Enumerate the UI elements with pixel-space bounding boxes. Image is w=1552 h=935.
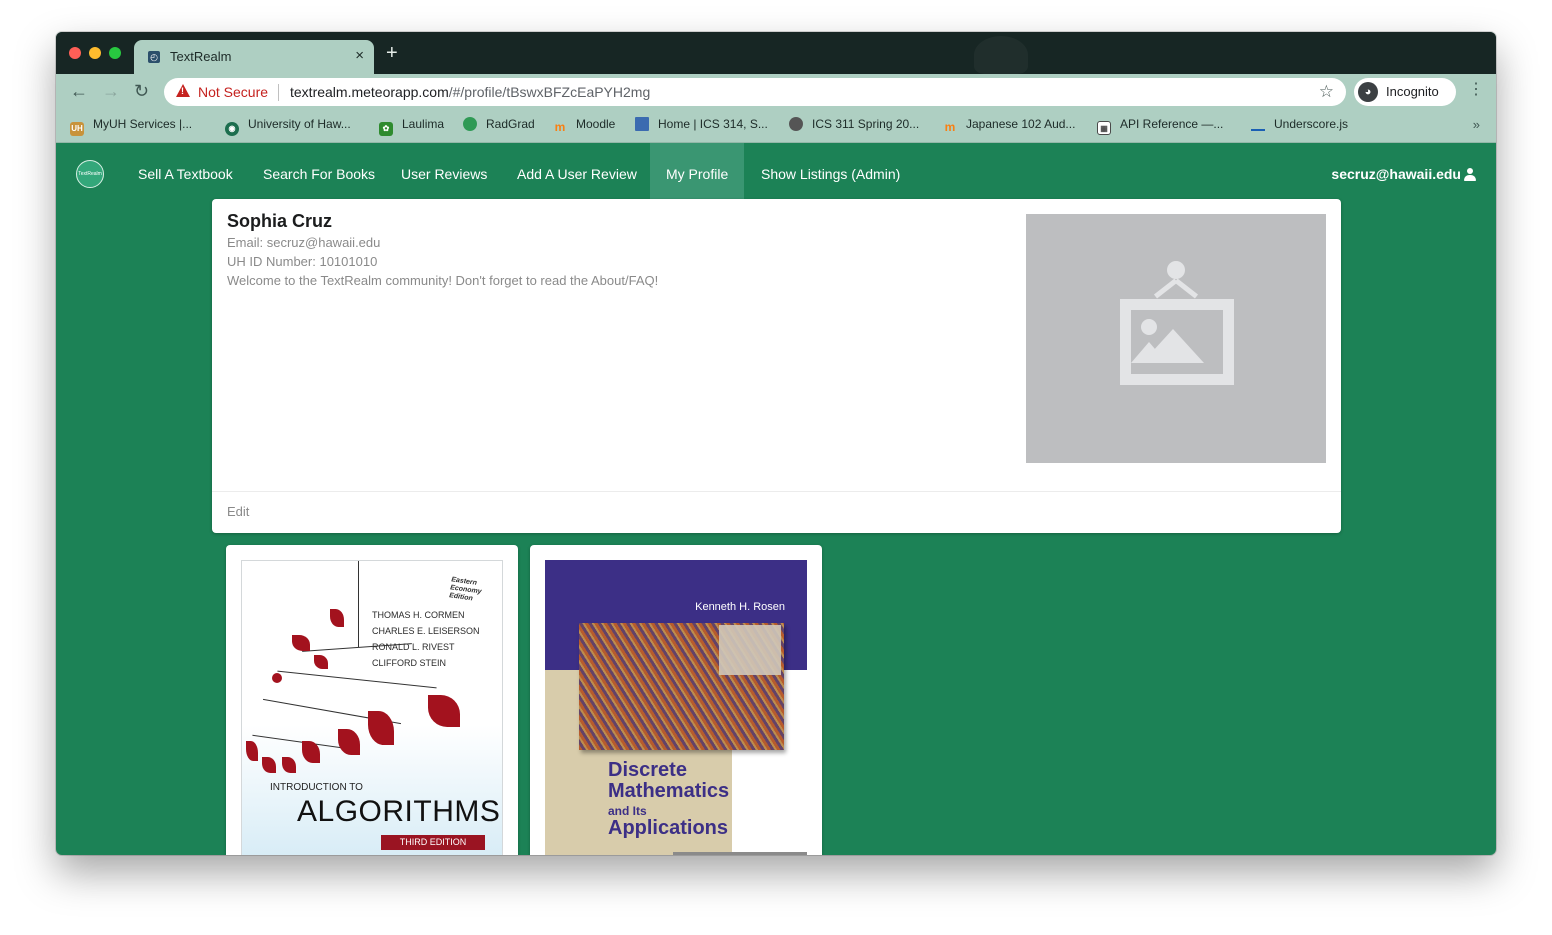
bookmark-api-reference[interactable]: ▦ API Reference —... bbox=[1097, 117, 1223, 135]
profile-email: Email: secruz@hawaii.edu bbox=[227, 235, 381, 250]
profile-name: Sophia Cruz bbox=[227, 211, 333, 231]
nav-user-reviews[interactable]: User Reviews bbox=[385, 143, 503, 199]
url-host: textrealm.meteorapp.com bbox=[290, 84, 449, 100]
mobile-leaf bbox=[262, 757, 276, 773]
mobile-leaf bbox=[338, 729, 360, 755]
incognito-label: Incognito bbox=[1386, 84, 1439, 99]
bookmark-underscore[interactable]: Underscore.js bbox=[1251, 117, 1348, 135]
user-menu[interactable]: secruz@hawaii.edu bbox=[1331, 143, 1476, 199]
bookmark-japanese102[interactable]: m Japanese 102 Aud... bbox=[943, 117, 1076, 135]
minimize-window-button[interactable] bbox=[89, 47, 101, 59]
reload-icon[interactable]: ↻ bbox=[134, 81, 149, 102]
edition-note: Eastern Economy Edition bbox=[448, 576, 482, 603]
bookmark-moodle[interactable]: m Moodle bbox=[553, 117, 616, 135]
book-card-algorithms[interactable]: Eastern Economy Edition THOMAS H. CORMEN… bbox=[226, 545, 518, 855]
doc-grid-icon: ▦ bbox=[1097, 121, 1111, 135]
bookmark-ics314[interactable]: Home | ICS 314, S... bbox=[635, 117, 768, 135]
underscore-icon bbox=[1251, 119, 1265, 131]
cover-artwork bbox=[579, 623, 784, 750]
incognito-icon: ◕ bbox=[1358, 82, 1378, 102]
image-placeholder-icon bbox=[1120, 299, 1234, 385]
nav-search-books[interactable]: Search For Books bbox=[247, 143, 391, 199]
bookmark-ics311[interactable]: ICS 311 Spring 20... bbox=[789, 117, 919, 135]
url-path: /#/profile/tBswxBFZcEaPYH2mg bbox=[448, 84, 651, 100]
close-window-button[interactable] bbox=[69, 47, 81, 59]
book-author: Kenneth H. Rosen bbox=[695, 601, 785, 613]
bookmark-myuh[interactable]: UH MyUH Services |... bbox=[70, 117, 192, 136]
globe-icon bbox=[789, 117, 803, 131]
book-title: ALGORITHMS bbox=[297, 795, 501, 828]
incognito-badge[interactable]: ◕ Incognito bbox=[1354, 78, 1456, 106]
maximize-window-button[interactable] bbox=[109, 47, 121, 59]
textrealm-logo[interactable]: TextRealm bbox=[76, 160, 104, 188]
mobile-leaf bbox=[282, 757, 296, 773]
profile-card: Sophia Cruz Email: secruz@hawaii.edu UH … bbox=[212, 199, 1341, 533]
security-indicator[interactable]: Not Secure bbox=[198, 84, 268, 100]
profile-image-placeholder bbox=[1026, 214, 1326, 463]
theme-mascot-icon bbox=[974, 36, 1028, 74]
mobile-leaf bbox=[330, 609, 344, 627]
tab-title: TextRealm bbox=[170, 49, 232, 64]
divider bbox=[212, 491, 1341, 492]
bookmark-laulima[interactable]: ✿ Laulima bbox=[379, 117, 444, 136]
user-email: secruz@hawaii.edu bbox=[1331, 166, 1461, 182]
tab-bar: ◴ TextRealm × + bbox=[56, 32, 1496, 74]
mobile-ball bbox=[272, 673, 282, 683]
more-bookmarks-icon[interactable]: » bbox=[1473, 117, 1480, 132]
browser-window: ◴ TextRealm × + ← → ↻ ! Not Secure textr… bbox=[56, 32, 1496, 855]
mobile-leaf bbox=[368, 711, 394, 745]
bookmarks-bar: UH MyUH Services |... ◉ University of Haw.… bbox=[56, 110, 1496, 143]
url-text[interactable]: textrealm.meteorapp.com/#/profile/tBswxB… bbox=[290, 84, 650, 100]
moodle-icon: m bbox=[554, 120, 566, 134]
bookmark-radgrad[interactable]: RadGrad bbox=[463, 117, 535, 135]
nav-add-user-review[interactable]: Add A User Review bbox=[501, 143, 653, 199]
book-title-line: Applications bbox=[608, 817, 729, 839]
mobile-leaf bbox=[428, 695, 460, 727]
address-bar[interactable]: ! Not Secure textrealm.meteorapp.com/#/p… bbox=[164, 78, 1346, 106]
nav-sell-textbook[interactable]: Sell A Textbook bbox=[122, 143, 249, 199]
mobile-leaf bbox=[314, 655, 328, 669]
forward-arrow-icon[interactable]: → bbox=[102, 81, 120, 102]
nav-show-listings-admin[interactable]: Show Listings (Admin) bbox=[745, 143, 916, 199]
bookmark-star-icon[interactable]: ☆ bbox=[1319, 82, 1334, 102]
user-icon bbox=[1464, 168, 1476, 181]
new-tab-button[interactable]: + bbox=[386, 43, 398, 63]
book-cover-image: Kenneth H. Rosen Discrete Mathematics an… bbox=[545, 560, 807, 855]
book-cover-image: Eastern Economy Edition THOMAS H. CORMEN… bbox=[241, 560, 503, 855]
book-title-line: Discrete bbox=[608, 759, 687, 781]
blue-square-icon bbox=[635, 117, 649, 131]
book-title-line: and Its bbox=[608, 804, 647, 818]
profile-welcome: Welcome to the TextRealm community! Don'… bbox=[227, 273, 659, 288]
mobile-leaf bbox=[292, 635, 310, 651]
radgrad-icon bbox=[463, 117, 477, 131]
browser-toolbar: ← → ↻ ! Not Secure textrealm.meteorapp.c… bbox=[56, 74, 1496, 110]
uh-seal-icon: ◉ bbox=[225, 122, 239, 136]
book-authors: THOMAS H. CORMEN CHARLES E. LEISERSON RO… bbox=[372, 610, 480, 668]
book-subtitle: INTRODUCTION TO bbox=[270, 782, 363, 793]
nav-my-profile[interactable]: My Profile bbox=[650, 143, 745, 199]
browser-tab[interactable]: ◴ TextRealm × bbox=[134, 40, 374, 74]
book-card-discrete-math[interactable]: Kenneth H. Rosen Discrete Mathematics an… bbox=[530, 545, 822, 855]
browser-menu-icon[interactable]: ⋮ bbox=[1468, 82, 1484, 98]
profile-uh-id: UH ID Number: 10101010 bbox=[227, 254, 378, 269]
uh-icon: UH bbox=[70, 122, 84, 136]
moodle-icon: m bbox=[944, 120, 956, 134]
textrealm-favicon-icon: ◴ bbox=[148, 51, 160, 63]
back-arrow-icon[interactable]: ← bbox=[70, 81, 88, 102]
app-navbar: TextRealm Sell A Textbook Search For Boo… bbox=[56, 143, 1496, 199]
mobile-leaf bbox=[246, 741, 258, 761]
book-title-line: Mathematics bbox=[608, 780, 730, 802]
edit-profile-link[interactable]: Edit bbox=[227, 504, 249, 519]
laulima-leaf-icon: ✿ bbox=[379, 122, 393, 136]
bookmark-university[interactable]: ◉ University of Haw... bbox=[225, 117, 351, 136]
edition-badge: THIRD EDITION bbox=[381, 835, 485, 850]
divider bbox=[278, 84, 279, 101]
tab-close-icon[interactable]: × bbox=[355, 47, 364, 64]
